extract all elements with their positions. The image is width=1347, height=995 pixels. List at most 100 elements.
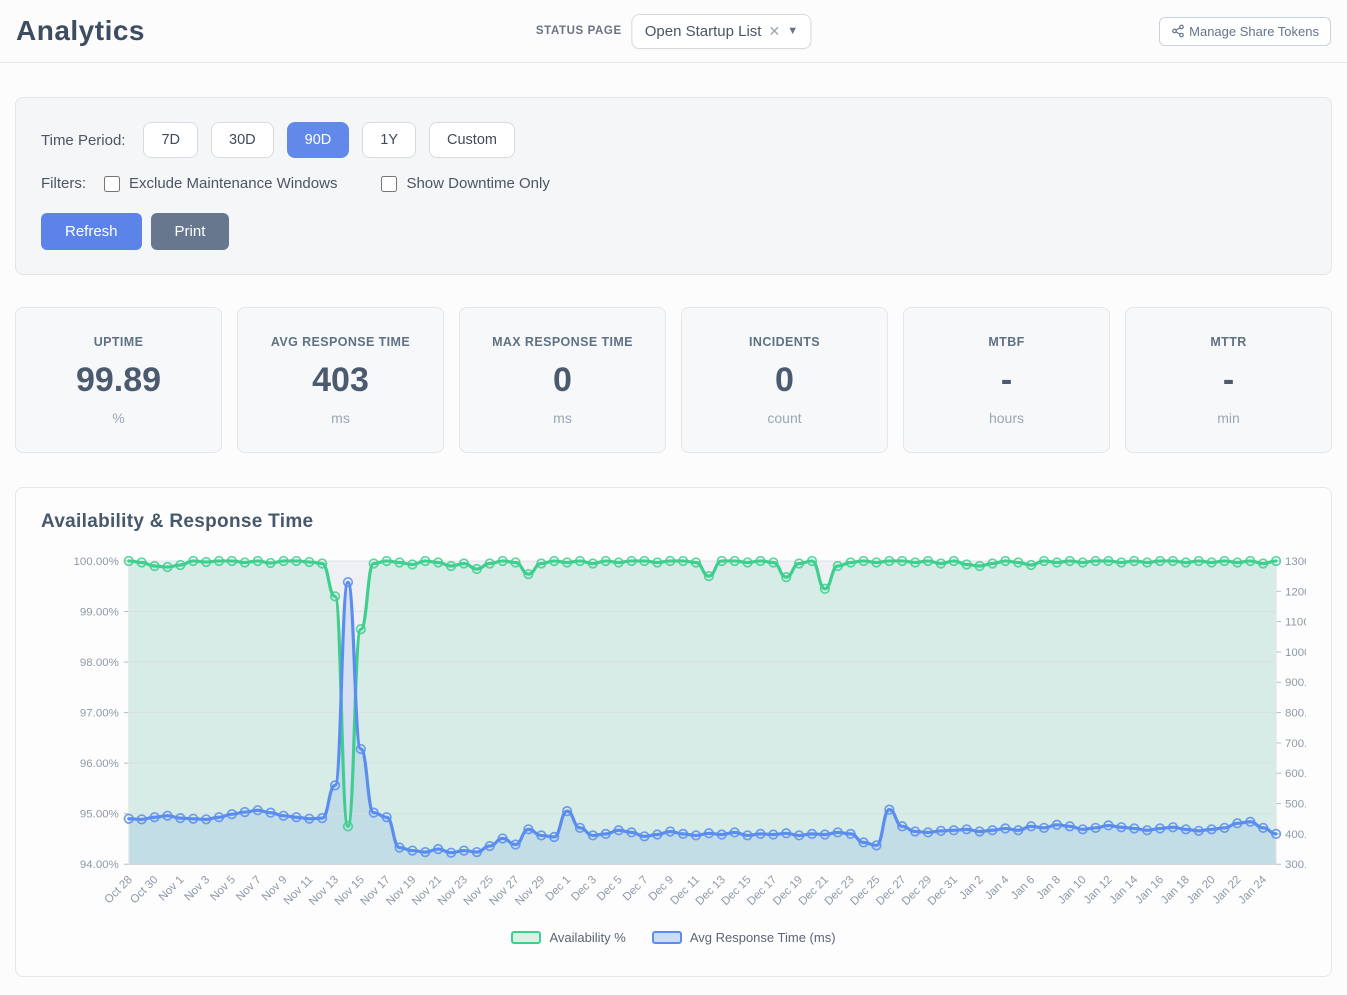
status-page-label: STATUS PAGE — [536, 25, 622, 37]
stat-unit: ms — [460, 410, 665, 426]
svg-text:300.00: 300.00 — [1285, 859, 1306, 871]
svg-text:1000.00: 1000.00 — [1285, 647, 1306, 659]
availability-response-chart[interactable]: 100.00% 99.00% 98.00% 97.00% 96.00% 95.00% 94.… — [41, 543, 1306, 928]
svg-text:Jan 2: Jan 2 — [957, 874, 985, 902]
stats-row: UPTIME 99.89 % AVG RESPONSE TIME 403 ms … — [15, 307, 1332, 453]
svg-text:900.00: 900.00 — [1285, 677, 1306, 689]
svg-text:97.00%: 97.00% — [80, 708, 119, 720]
manage-share-tokens-label: Manage Share Tokens — [1189, 24, 1319, 39]
stat-card-uptime: UPTIME 99.89 % — [15, 307, 222, 453]
svg-text:Jan 16: Jan 16 — [1133, 874, 1166, 907]
svg-text:700.00: 700.00 — [1285, 738, 1306, 750]
time-period-button-1y[interactable]: 1Y — [362, 122, 416, 158]
chart-legend: Availability % Avg Response Time (ms) — [41, 930, 1306, 945]
svg-text:Jan 12: Jan 12 — [1082, 874, 1115, 907]
svg-text:Jan 10: Jan 10 — [1056, 874, 1089, 907]
stat-card-max-response: MAX RESPONSE TIME 0 ms — [459, 307, 666, 453]
svg-text:100.00%: 100.00% — [74, 556, 119, 568]
stat-unit: min — [1126, 410, 1331, 426]
clear-selection-icon[interactable]: ✕ — [768, 23, 780, 40]
chart-canvas[interactable]: 100.00% 99.00% 98.00% 97.00% 96.00% 95.00% 94.… — [41, 543, 1306, 928]
svg-text:Jan 18: Jan 18 — [1159, 874, 1192, 907]
exclude-maintenance-checkbox[interactable] — [104, 176, 120, 192]
svg-text:Dec 3: Dec 3 — [569, 874, 599, 904]
time-period-button-custom[interactable]: Custom — [429, 122, 515, 158]
manage-share-tokens-button[interactable]: Manage Share Tokens — [1159, 17, 1331, 46]
chart-panel: Availability & Response Time 100.00% 99.0… — [15, 487, 1332, 977]
stat-card-mtbf: MTBF - hours — [903, 307, 1110, 453]
status-page-group: STATUS PAGE Open Startup List ✕ ▼ — [536, 14, 811, 49]
chevron-down-icon: ▼ — [787, 25, 798, 37]
time-period-label: Time Period: — [41, 132, 125, 149]
svg-text:Jan 24: Jan 24 — [1236, 873, 1269, 906]
refresh-button[interactable]: Refresh — [41, 213, 142, 250]
stat-label: MAX RESPONSE TIME — [460, 335, 665, 349]
stat-unit: hours — [904, 410, 1109, 426]
stat-value: 403 — [238, 361, 443, 400]
svg-text:1200.00: 1200.00 — [1285, 586, 1306, 598]
actions-row: Refresh Print — [41, 213, 1306, 250]
time-period-button-90d[interactable]: 90D — [287, 122, 350, 158]
status-page-selected-value: Open Startup List — [645, 23, 762, 40]
stat-label: UPTIME — [16, 335, 221, 349]
show-downtime-checkbox[interactable] — [381, 176, 397, 192]
svg-text:1300.00: 1300.00 — [1285, 556, 1306, 568]
time-period-button-30d[interactable]: 30D — [211, 122, 274, 158]
svg-text:Jan 6: Jan 6 — [1009, 874, 1037, 902]
response-time-swatch-icon — [652, 931, 682, 944]
stat-value: 0 — [460, 361, 665, 400]
svg-text:99.00%: 99.00% — [80, 606, 119, 618]
status-page-select[interactable]: Open Startup List ✕ ▼ — [632, 14, 811, 49]
stat-label: MTBF — [904, 335, 1109, 349]
filter-panel: Time Period: 7D 30D 90D 1Y Custom Filter… — [15, 97, 1332, 275]
filters-row: Filters: Exclude Maintenance Windows Sho… — [41, 175, 1306, 192]
svg-text:Dec 31: Dec 31 — [926, 874, 960, 908]
stat-label: INCIDENTS — [682, 335, 887, 349]
svg-text:Nov 3: Nov 3 — [183, 874, 213, 904]
svg-text:Jan 4: Jan 4 — [983, 873, 1012, 902]
show-downtime-checkbox-group: Show Downtime Only — [381, 175, 549, 192]
legend-item-availability[interactable]: Availability % — [511, 930, 625, 945]
legend-label: Availability % — [549, 930, 625, 945]
stat-value: - — [904, 361, 1109, 400]
show-downtime-label[interactable]: Show Downtime Only — [406, 175, 549, 192]
stat-unit: % — [16, 410, 221, 426]
svg-text:Nov 1: Nov 1 — [157, 874, 187, 904]
svg-text:Dec 5: Dec 5 — [595, 874, 625, 904]
stat-value: - — [1126, 361, 1331, 400]
svg-text:Dec 1: Dec 1 — [544, 874, 574, 904]
app-header: Analytics STATUS PAGE Open Startup List … — [0, 0, 1347, 63]
share-icon — [1171, 24, 1185, 38]
svg-text:Nov 29: Nov 29 — [513, 874, 547, 908]
stat-unit: count — [682, 410, 887, 426]
svg-text:98.00%: 98.00% — [80, 657, 119, 669]
svg-text:96.00%: 96.00% — [80, 758, 119, 770]
stat-card-mttr: MTTR - min — [1125, 307, 1332, 453]
stat-card-incidents: INCIDENTS 0 count — [681, 307, 888, 453]
svg-text:Nov 7: Nov 7 — [234, 874, 264, 904]
stat-unit: ms — [238, 410, 443, 426]
legend-item-response-time[interactable]: Avg Response Time (ms) — [652, 930, 836, 945]
time-period-button-7d[interactable]: 7D — [143, 122, 198, 158]
svg-text:Oct 28: Oct 28 — [103, 874, 135, 906]
legend-label: Avg Response Time (ms) — [690, 930, 836, 945]
time-period-row: Time Period: 7D 30D 90D 1Y Custom — [41, 122, 1306, 158]
svg-text:1100.00: 1100.00 — [1285, 617, 1306, 629]
exclude-maintenance-label[interactable]: Exclude Maintenance Windows — [129, 175, 337, 192]
filters-label: Filters: — [41, 175, 86, 192]
chart-title: Availability & Response Time — [41, 511, 1306, 533]
svg-text:94.00%: 94.00% — [80, 859, 119, 871]
svg-text:Oct 30: Oct 30 — [128, 874, 160, 906]
svg-text:Nov 5: Nov 5 — [208, 874, 238, 904]
stat-card-avg-response: AVG RESPONSE TIME 403 ms — [237, 307, 444, 453]
svg-text:800.00: 800.00 — [1285, 708, 1306, 720]
svg-text:Jan 20: Jan 20 — [1185, 874, 1218, 907]
svg-text:400.00: 400.00 — [1285, 829, 1306, 841]
print-button[interactable]: Print — [151, 213, 230, 250]
exclude-maintenance-checkbox-group: Exclude Maintenance Windows — [104, 175, 337, 192]
svg-text:Dec 7: Dec 7 — [621, 874, 651, 904]
svg-text:95.00%: 95.00% — [80, 809, 119, 821]
svg-text:Jan 22: Jan 22 — [1211, 874, 1244, 907]
availability-swatch-icon — [511, 931, 541, 944]
stat-value: 99.89 — [16, 361, 221, 400]
